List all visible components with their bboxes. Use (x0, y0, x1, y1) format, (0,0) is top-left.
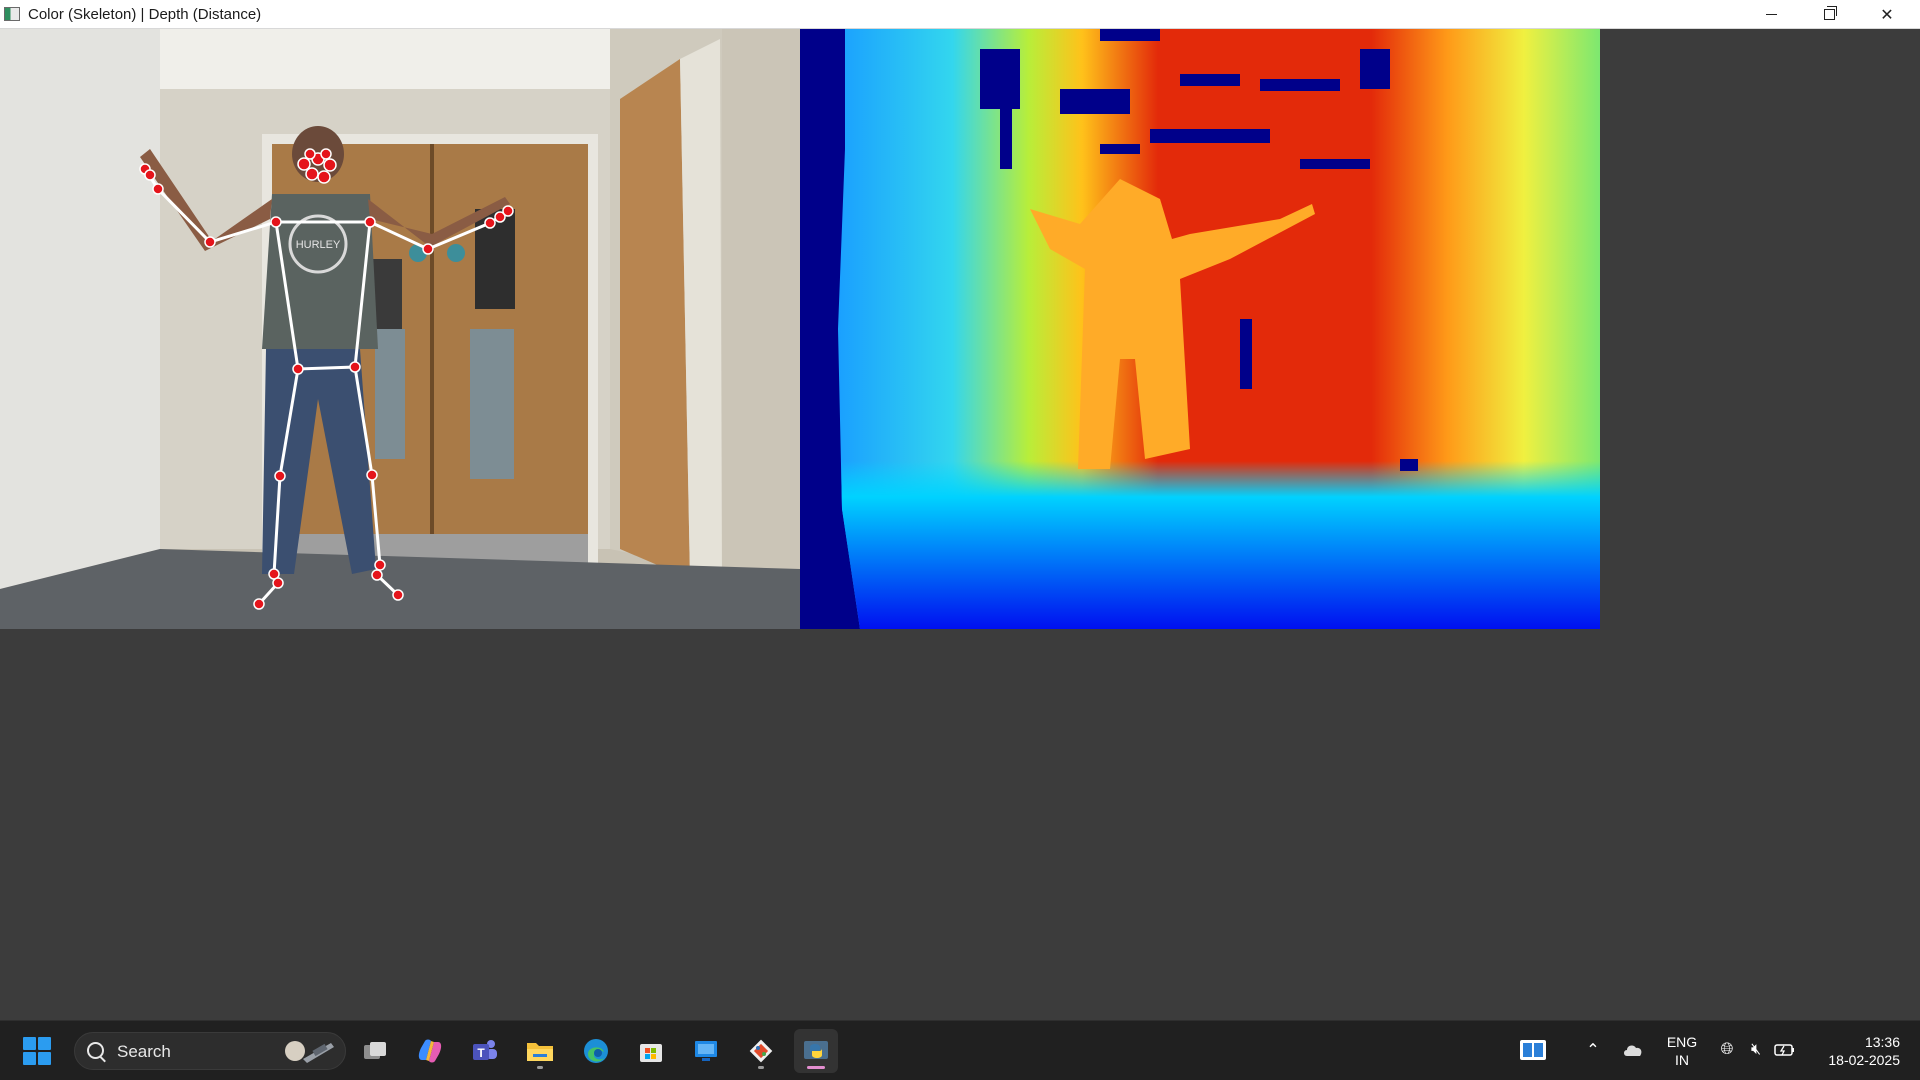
running-indicator (758, 1066, 764, 1069)
onedrive-button[interactable] (1622, 1039, 1644, 1061)
close-button[interactable]: ✕ (1858, 0, 1916, 29)
clock-time: 13:36 (1864, 1034, 1900, 1050)
search-placeholder: Search (117, 1042, 171, 1061)
widgets-button[interactable] (1519, 1037, 1547, 1063)
region-code: IN (1675, 1052, 1689, 1068)
minimize-icon (1765, 14, 1777, 15)
taskbar: Search T ⌃ ENG IN 🌐︎ 🔇︎ 13:36 18-02-2025 (0, 1020, 1920, 1080)
window-title-bar[interactable]: Color (Skeleton) | Depth (Distance) ✕ (0, 0, 1920, 29)
language-indicator[interactable]: ENG IN (1662, 1033, 1702, 1069)
clock-date: 18-02-2025 (1828, 1052, 1900, 1068)
task-view-icon (364, 1042, 386, 1059)
active-indicator (807, 1066, 825, 1069)
search-icon (87, 1042, 104, 1059)
python-window-icon (804, 1041, 828, 1059)
remote-desktop-button[interactable] (684, 1029, 728, 1073)
shirt-logo-text: HURLEY (296, 239, 341, 251)
microsoft-store-button[interactable] (629, 1029, 673, 1073)
widgets-icon (1520, 1040, 1546, 1060)
cloud-icon (1624, 1045, 1642, 1056)
depth-frame (800, 29, 1600, 629)
svg-text:T: T (477, 1046, 485, 1060)
file-explorer-button[interactable] (518, 1029, 562, 1073)
restore-icon (1823, 6, 1837, 20)
network-button[interactable]: 🌐︎ (1716, 1039, 1738, 1061)
store-icon (640, 1044, 662, 1062)
copilot-button[interactable] (408, 1029, 452, 1073)
globe-icon: 🌐︎ (1720, 1041, 1734, 1058)
chevron-up-icon: ⌃ (1586, 1042, 1600, 1059)
battery-button[interactable] (1774, 1039, 1796, 1061)
restore-button[interactable] (1800, 0, 1858, 29)
volume-button[interactable]: 🔇︎ (1745, 1039, 1767, 1061)
battery-icon (1774, 1044, 1794, 1056)
color-frame: HURLEY (0, 29, 800, 629)
edge-icon (584, 1039, 608, 1063)
python-button[interactable] (794, 1029, 838, 1073)
running-indicator (537, 1066, 543, 1069)
language-code: ENG (1666, 1034, 1698, 1050)
copilot-icon (418, 1039, 442, 1063)
close-icon: ✕ (1880, 6, 1894, 24)
taskbar-search[interactable]: Search (74, 1032, 346, 1070)
teams-button[interactable]: T (463, 1029, 507, 1073)
app-icon (4, 7, 20, 21)
depth-distance-view (800, 29, 1600, 629)
remote-desktop-icon (695, 1041, 717, 1061)
minimize-button[interactable] (1742, 0, 1800, 29)
teams-icon: T (473, 1040, 497, 1060)
show-hidden-icons-button[interactable]: ⌃ (1582, 1039, 1604, 1061)
start-button[interactable] (23, 1037, 51, 1065)
color-skeleton-view: HURLEY (0, 29, 800, 629)
windows-logo-icon (23, 1037, 36, 1050)
search-highlight-icon (285, 1041, 334, 1063)
git-button[interactable] (739, 1029, 783, 1073)
window-title: Color (Skeleton) | Depth (Distance) (28, 6, 262, 23)
clock[interactable]: 13:36 18-02-2025 (1810, 1033, 1900, 1069)
folder-icon (527, 1043, 553, 1061)
speaker-muted-icon: 🔇︎ (1750, 1041, 1762, 1058)
task-view-button[interactable] (353, 1029, 397, 1073)
edge-button[interactable] (574, 1029, 618, 1073)
git-icon (749, 1039, 773, 1063)
